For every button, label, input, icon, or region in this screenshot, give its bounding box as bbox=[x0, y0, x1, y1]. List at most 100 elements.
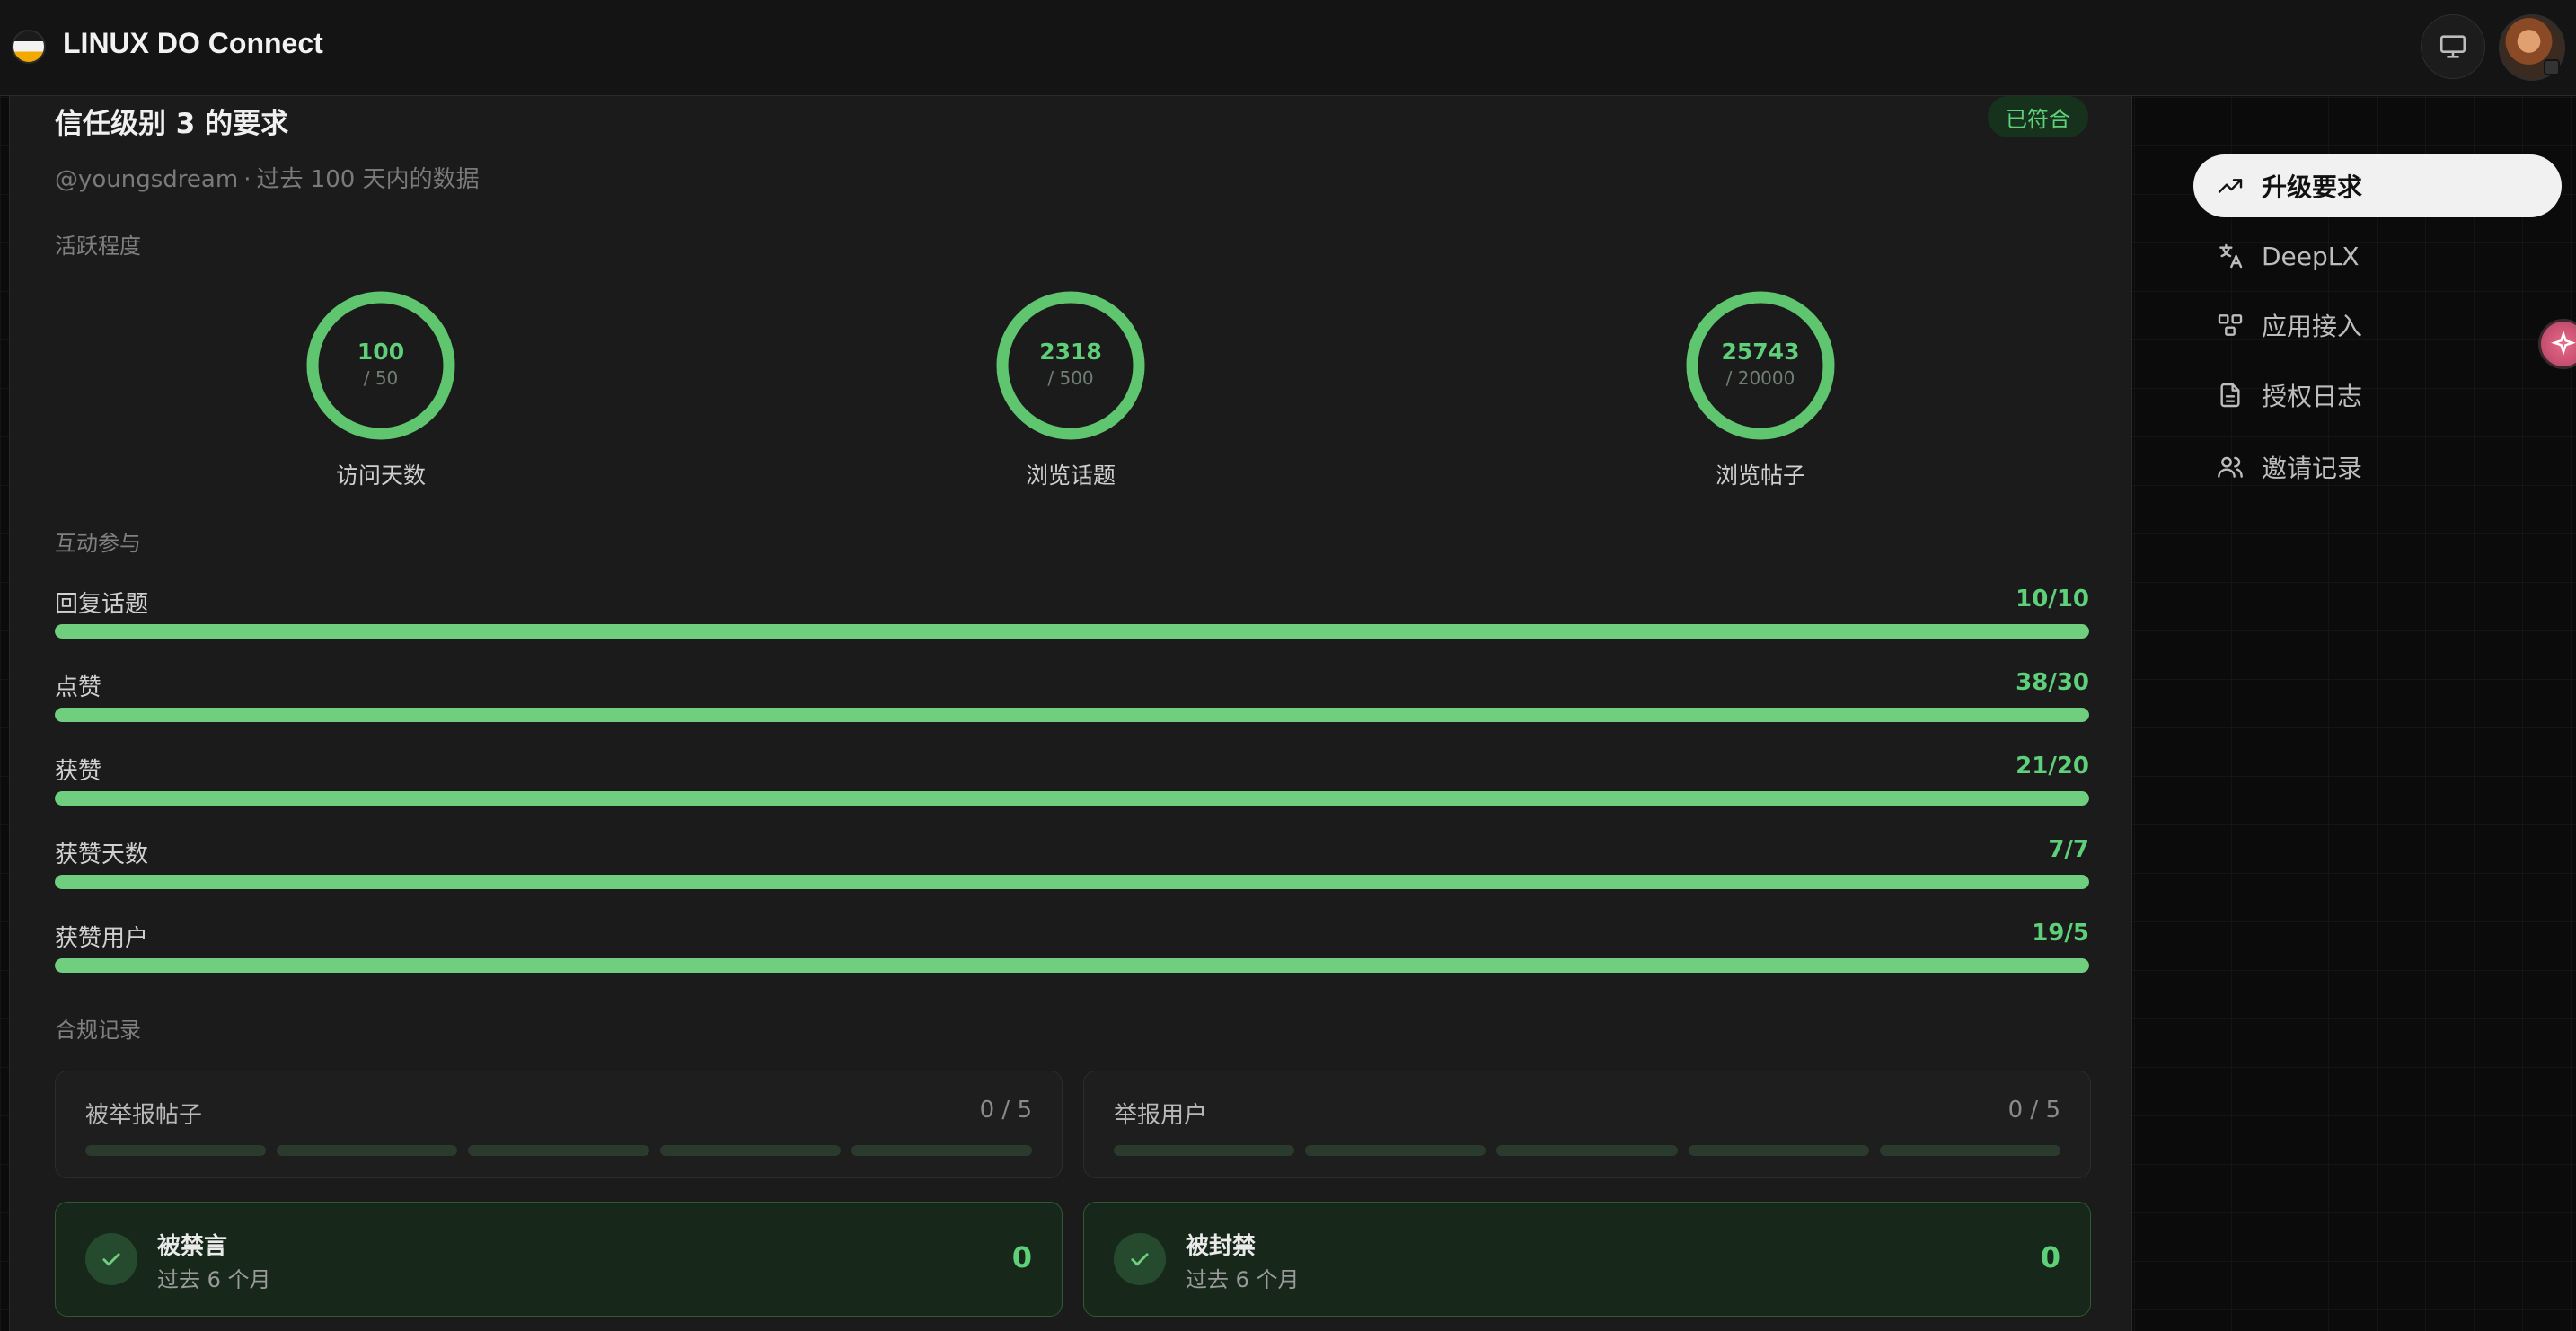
progress-value: 19/5 bbox=[2032, 920, 2089, 947]
ring-value: 25743 bbox=[1721, 339, 1800, 365]
progress-fill bbox=[55, 624, 2089, 639]
report-segment bbox=[277, 1145, 458, 1156]
progress-fill bbox=[55, 958, 2089, 973]
sidebar-item-trending-up[interactable]: 升级要求 bbox=[2193, 154, 2562, 217]
sparkle-icon bbox=[2551, 331, 2576, 356]
progress-ring: 2318/ 500 bbox=[994, 289, 1147, 442]
sidebar-item-label: 升级要求 bbox=[2262, 172, 2363, 202]
apps-icon bbox=[2215, 310, 2245, 340]
sanction-count: 0 bbox=[2040, 1240, 2060, 1274]
report-segment bbox=[1496, 1145, 1678, 1156]
report-label: 被举报帖子 bbox=[85, 1102, 203, 1129]
trust-level-panel: 信任级别 3 的要求 已符合 @youngsdream · 过去 100 天内的数据… bbox=[9, 96, 2132, 1331]
username: @youngsdream bbox=[55, 166, 239, 193]
sanction-period: 过去 6 个月 bbox=[157, 1267, 271, 1292]
report-segment bbox=[1114, 1145, 1295, 1156]
ring-value: 2318 bbox=[1039, 339, 1102, 365]
progress-label: 获赞用户 bbox=[55, 925, 149, 952]
section-interaction: 互动参与 bbox=[55, 531, 141, 556]
ring-target: / 500 bbox=[1047, 367, 1094, 389]
ring-value: 100 bbox=[357, 339, 405, 365]
report-count: 0 / 5 bbox=[2007, 1097, 2060, 1124]
progress-fill bbox=[55, 791, 2089, 806]
display-mode-button[interactable] bbox=[2421, 14, 2485, 79]
report-card: 举报用户 0 / 5 bbox=[1083, 1071, 2091, 1178]
progress-label: 获赞 bbox=[55, 758, 102, 785]
report-segment bbox=[659, 1145, 841, 1156]
progress-value: 7/7 bbox=[2048, 836, 2089, 863]
check-badge bbox=[85, 1233, 137, 1285]
sanction-card: 被禁言过去 6 个月 0 bbox=[55, 1202, 1063, 1317]
progress-value: 21/20 bbox=[2016, 753, 2089, 780]
sidebar-item-translate[interactable]: DeepLX bbox=[2193, 225, 2562, 287]
sidebar-item-apps[interactable]: 应用接入 bbox=[2193, 294, 2562, 357]
top-header: LINUX DO Connect bbox=[0, 0, 2576, 96]
section-activity: 活跃程度 bbox=[55, 234, 141, 259]
report-segment bbox=[851, 1145, 1033, 1156]
progress-track bbox=[55, 875, 2089, 889]
status-badge: 已符合 bbox=[1988, 96, 2088, 137]
progress-row: 获赞天数 7/7 bbox=[55, 836, 2089, 899]
report-segment bbox=[468, 1145, 649, 1156]
progress-track bbox=[55, 791, 2089, 806]
panel-subtitle: @youngsdream · 过去 100 天内的数据 bbox=[55, 161, 480, 194]
document-icon bbox=[2215, 380, 2245, 410]
progress-fill bbox=[55, 708, 2089, 722]
sanction-title: 被封禁 bbox=[1186, 1233, 1257, 1260]
ring-label: 浏览话题 bbox=[1025, 463, 1116, 489]
report-segment bbox=[1305, 1145, 1486, 1156]
progress-ring: 100/ 50 bbox=[304, 289, 457, 442]
sanction-period: 过去 6 个月 bbox=[1186, 1267, 1300, 1292]
section-compliance: 合规记录 bbox=[55, 1018, 141, 1043]
floating-assistant-button[interactable] bbox=[2538, 319, 2576, 369]
progress-label: 回复话题 bbox=[55, 591, 149, 618]
ring-graphic bbox=[1686, 291, 1835, 440]
brand-title[interactable]: LINUX DO Connect bbox=[63, 27, 323, 60]
progress-value: 10/10 bbox=[2016, 586, 2089, 613]
ring-graphic bbox=[306, 291, 455, 440]
sanction-count: 0 bbox=[1011, 1240, 1032, 1274]
progress-label: 获赞天数 bbox=[55, 842, 149, 868]
progress-label: 点赞 bbox=[55, 674, 102, 701]
sidebar-item-document[interactable]: 授权日志 bbox=[2193, 364, 2562, 427]
data-period: 过去 100 天内的数据 bbox=[256, 166, 480, 193]
sanction-title: 被禁言 bbox=[157, 1233, 228, 1260]
progress-track bbox=[55, 708, 2089, 722]
sanction-card: 被封禁过去 6 个月 0 bbox=[1083, 1202, 2091, 1317]
progress-row: 回复话题 10/10 bbox=[55, 586, 2089, 648]
report-segment bbox=[1879, 1145, 2061, 1156]
progress-track bbox=[55, 958, 2089, 973]
avatar-status-badge bbox=[2544, 59, 2560, 75]
monitor-icon bbox=[2439, 35, 2466, 58]
ring-label: 浏览帖子 bbox=[1715, 463, 1805, 489]
progress-row: 获赞用户 19/5 bbox=[55, 920, 2089, 983]
sidebar-item-users[interactable]: 邀请记录 bbox=[2193, 436, 2562, 498]
linux-do-logo[interactable] bbox=[12, 30, 46, 64]
users-icon bbox=[2215, 452, 2245, 482]
ring-label: 访问天数 bbox=[335, 463, 426, 489]
subtitle-separator: · bbox=[243, 166, 251, 193]
ring-graphic bbox=[996, 291, 1145, 440]
check-icon bbox=[102, 1253, 120, 1266]
ring-target: / 20000 bbox=[1725, 367, 1795, 389]
report-card: 被举报帖子 0 / 5 bbox=[55, 1071, 1063, 1178]
progress-value: 38/30 bbox=[2016, 669, 2089, 696]
ring-target: / 50 bbox=[363, 367, 399, 389]
report-segment bbox=[85, 1145, 267, 1156]
trending-up-icon bbox=[2215, 171, 2245, 201]
sidebar-item-label: 应用接入 bbox=[2262, 312, 2363, 341]
sidebar-item-label: 授权日志 bbox=[2262, 382, 2363, 411]
page-title: 信任级别 3 的要求 bbox=[55, 108, 289, 140]
progress-row: 点赞 38/30 bbox=[55, 669, 2089, 732]
report-segment bbox=[1688, 1145, 1869, 1156]
progress-fill bbox=[55, 875, 2089, 889]
sidebar-item-label: 邀请记录 bbox=[2262, 454, 2363, 483]
progress-ring: 25743/ 20000 bbox=[1684, 289, 1837, 442]
report-label: 举报用户 bbox=[1114, 1102, 1208, 1129]
sidebar-item-label: DeepLX bbox=[2262, 241, 2360, 271]
report-segments bbox=[1114, 1145, 2061, 1156]
check-icon bbox=[1131, 1253, 1149, 1266]
translate-icon bbox=[2215, 241, 2245, 271]
check-badge bbox=[1114, 1233, 1166, 1285]
progress-row: 获赞 21/20 bbox=[55, 753, 2089, 815]
